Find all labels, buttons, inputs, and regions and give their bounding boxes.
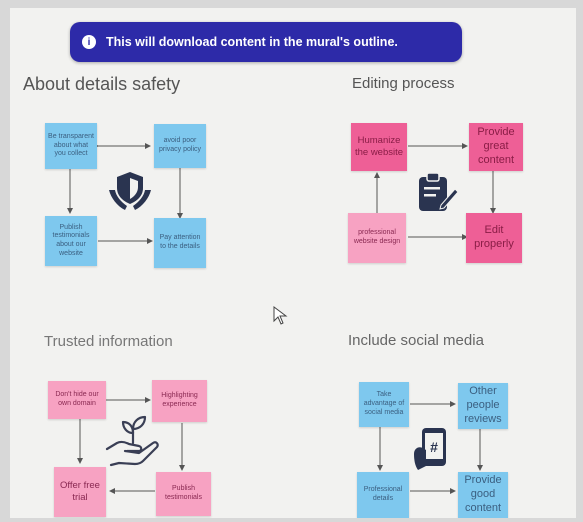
phone-hashtag-icon: #: [414, 428, 446, 470]
mouse-cursor-icon: [273, 306, 288, 325]
download-toast: i This will download content in the mura…: [70, 22, 462, 62]
toast-message: This will download content in the mural'…: [106, 35, 398, 49]
note-editing-2[interactable]: Provide great content: [469, 123, 523, 171]
info-icon: i: [82, 35, 96, 49]
note-editing-1[interactable]: Humanize the website: [351, 123, 407, 171]
plant-hand-icon: [105, 415, 159, 467]
clipboard-pen-icon: [419, 172, 459, 211]
note-social-3[interactable]: Professional details: [357, 472, 409, 518]
section-title-editing: Editing process: [352, 75, 455, 92]
note-social-4[interactable]: Provide good content: [458, 472, 508, 518]
note-safety-3[interactable]: Publish testimonials about our website: [45, 216, 97, 266]
note-trusted-3[interactable]: Offer free trial: [54, 467, 106, 517]
note-safety-4[interactable]: Pay attention to the details: [154, 218, 206, 268]
mural-canvas[interactable]: i This will download content in the mura…: [10, 8, 576, 518]
note-editing-3[interactable]: professional website design: [348, 213, 406, 263]
note-editing-4[interactable]: Edit properly: [466, 213, 522, 263]
shield-hands-icon: [109, 172, 151, 210]
note-trusted-1[interactable]: Don't hide our own domain: [48, 381, 106, 419]
note-safety-2[interactable]: avoid poor privacy policy: [154, 124, 206, 168]
note-trusted-4[interactable]: Publish testimonials: [156, 472, 211, 516]
section-title-social: Include social media: [348, 332, 484, 349]
section-title-safety: About details safety: [23, 74, 181, 94]
note-safety-1[interactable]: Be transparent about what you collect: [45, 123, 97, 169]
svg-text:#: #: [430, 439, 438, 455]
section-title-trusted: Trusted information: [44, 333, 173, 350]
note-social-2[interactable]: Other people reviews: [458, 383, 508, 429]
note-social-1[interactable]: Take advantage of social media: [359, 382, 409, 427]
